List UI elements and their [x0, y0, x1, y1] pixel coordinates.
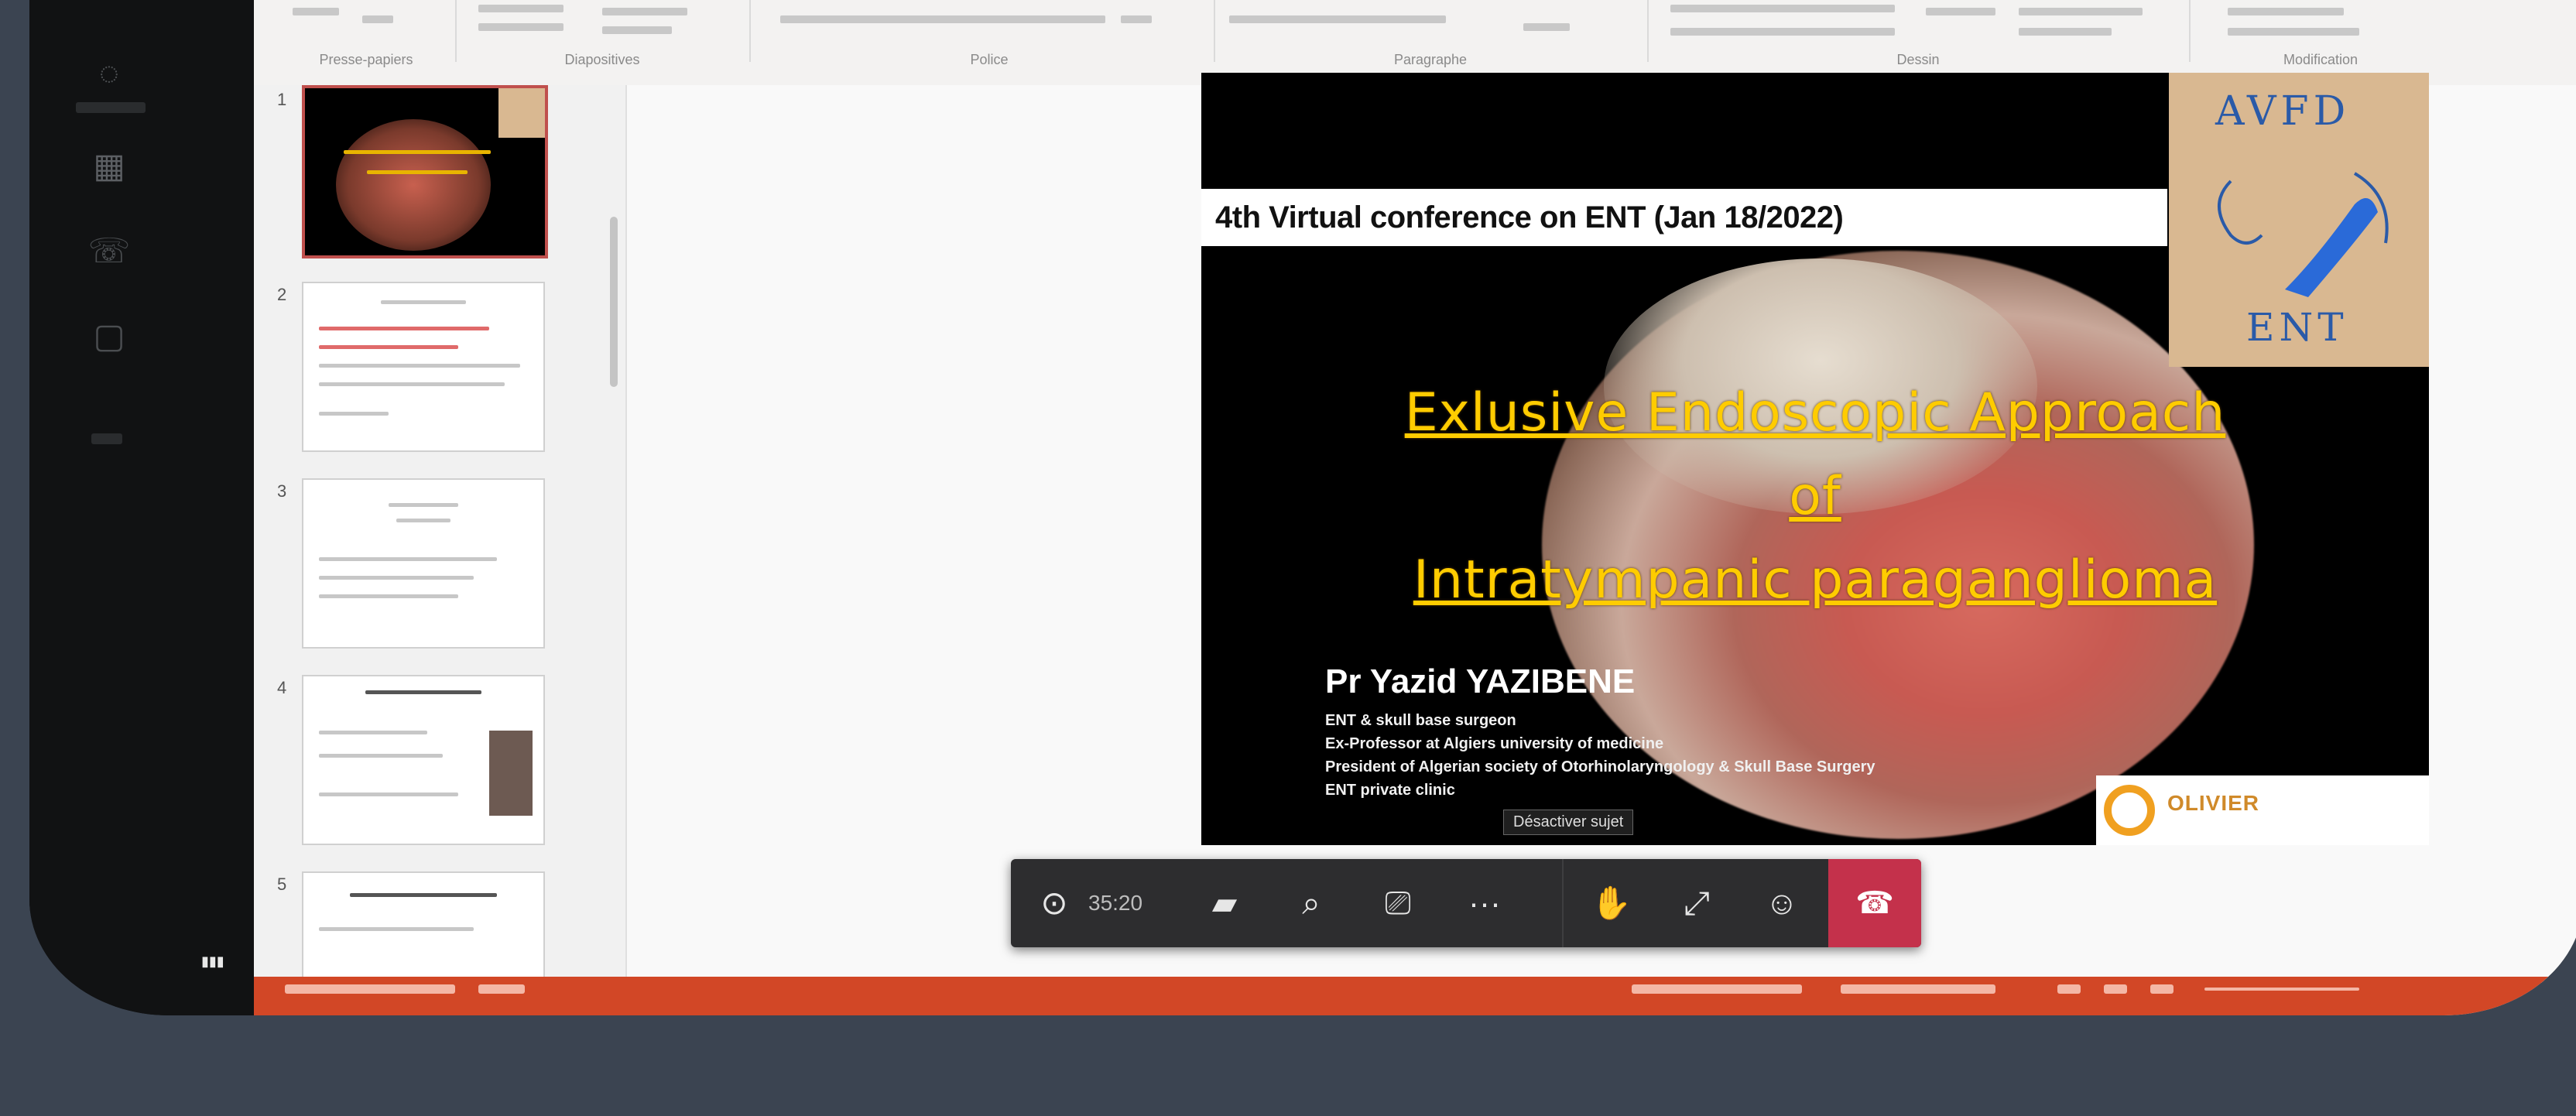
ribbon-group-caption: Modification: [2283, 52, 2358, 67]
taskbar-label: ▮▮▮: [201, 953, 224, 969]
slide-title-line-2: of: [1789, 466, 1841, 527]
avfd-ent-logo: AVFD ENT: [2169, 73, 2429, 367]
share-screen-icon[interactable]: ⎚: [1355, 859, 1441, 947]
control-separator: [1562, 859, 1564, 947]
timer-icon: ⊙: [1040, 885, 1068, 921]
slide-title-line-3: Intratympanic paraganglioma: [1413, 549, 2218, 611]
call-duration: 35:20: [1088, 891, 1143, 915]
more-icon[interactable]: ···: [1441, 859, 1528, 947]
status-bar: [254, 977, 2576, 1015]
normal-view-icon[interactable]: [2057, 984, 2081, 994]
thumbnail-number: 2: [277, 285, 287, 304]
status-comments[interactable]: [1841, 984, 1995, 994]
status-text: [285, 984, 455, 994]
sorter-view-icon[interactable]: [2104, 984, 2127, 994]
conference-banner: 4th Virtual conference on ENT (Jan 18/20…: [1201, 189, 2167, 246]
ribbon-group-caption: Police: [970, 52, 1009, 67]
files-icon[interactable]: ▢: [82, 310, 136, 364]
meeting-control-bar: ⊙ 35:20 ▰ ⌕ ⎚ ··· ✋ ⤢ ☺ ☎: [1011, 859, 1921, 947]
thumbnail-number: 4: [277, 678, 287, 697]
monitor-screen: ◌ ▦ ☏ ▢ Presse-papiers Diapositives Poli…: [29, 0, 2576, 1015]
affiliation-line: ENT & skull base surgeon: [1325, 712, 1516, 729]
sponsor-logo: OLIVIER: [2096, 775, 2429, 845]
status-notes[interactable]: [1632, 984, 1802, 994]
thumbnail-scrollbar[interactable]: [610, 217, 618, 387]
slide-thumbnail-3[interactable]: [302, 478, 545, 649]
thumbnail-number: 5: [277, 875, 287, 894]
logo-text-bottom: ENT: [2246, 305, 2348, 350]
ribbon-group-editing[interactable]: Modification: [2204, 0, 2437, 67]
slide-thumbnail-2[interactable]: [302, 282, 545, 452]
ribbon-group-font[interactable]: Police: [765, 0, 1215, 67]
rail-label: [76, 102, 146, 113]
status-text: [478, 984, 525, 994]
zoom-slider[interactable]: [2204, 988, 2359, 991]
slide-thumbnail-1[interactable]: [302, 85, 548, 258]
activity-icon[interactable]: ◌: [82, 46, 136, 101]
sponsor-logo-text: OLIVIER: [2167, 791, 2260, 815]
ribbon-group-slides[interactable]: Diapositives: [455, 0, 751, 67]
thumbnail-number: 3: [277, 481, 287, 501]
teams-app-rail: ◌ ▦ ☏ ▢: [29, 0, 254, 1015]
search-icon[interactable]: ⌕: [1268, 859, 1355, 947]
slide-thumbnail-5[interactable]: [302, 871, 545, 986]
affiliation-line: Ex-Professor at Algiers university of me…: [1325, 735, 1664, 752]
slide-title-line-1: Exlusive Endoscopic Approach: [1404, 382, 2226, 443]
ribbon-group-drawing[interactable]: Dessin: [1647, 0, 2191, 67]
rail-divider: [91, 433, 122, 444]
participants-icon[interactable]: ☺: [1738, 859, 1825, 947]
thumbnail-number: 1: [277, 90, 287, 109]
video-off-icon[interactable]: ▰: [1181, 859, 1268, 947]
slide-thumbnail-pane: 1 2 3 4 5: [254, 85, 627, 986]
affiliation-line: ENT private clinic: [1325, 782, 1455, 799]
leave-call-button[interactable]: ☎: [1828, 859, 1921, 947]
hand-icon[interactable]: ✋: [1568, 859, 1655, 947]
author-name: Pr Yazid YAZIBENE: [1325, 662, 1636, 700]
sponsor-logo-ring: [2104, 785, 2155, 836]
ribbon-group-caption: Diapositives: [564, 52, 640, 67]
affiliation-line: President of Algerian society of Otorhin…: [1325, 758, 1875, 775]
expand-icon[interactable]: ⤢: [1653, 859, 1740, 947]
calendar-icon[interactable]: ▦: [82, 139, 136, 193]
slide-editor: 4th Virtual conference on ENT (Jan 18/20…: [627, 73, 2576, 983]
ribbon-group-paragraph[interactable]: Paragraphe: [1214, 0, 1649, 67]
slide-thumbnail-4[interactable]: [302, 675, 545, 845]
ribbon-group-caption: Dessin: [1896, 52, 1940, 67]
calls-icon[interactable]: ☏: [82, 224, 136, 279]
ribbon-group-caption: Paragraphe: [1393, 52, 1468, 67]
ribbon-group-caption: Presse-papiers: [319, 52, 413, 67]
current-slide[interactable]: 4th Virtual conference on ENT (Jan 18/20…: [1201, 73, 2429, 845]
ribbon-group-clipboard[interactable]: Presse-papiers: [277, 0, 457, 67]
hover-tooltip: Désactiver sujet: [1503, 810, 1634, 835]
reading-view-icon[interactable]: [2150, 984, 2174, 994]
